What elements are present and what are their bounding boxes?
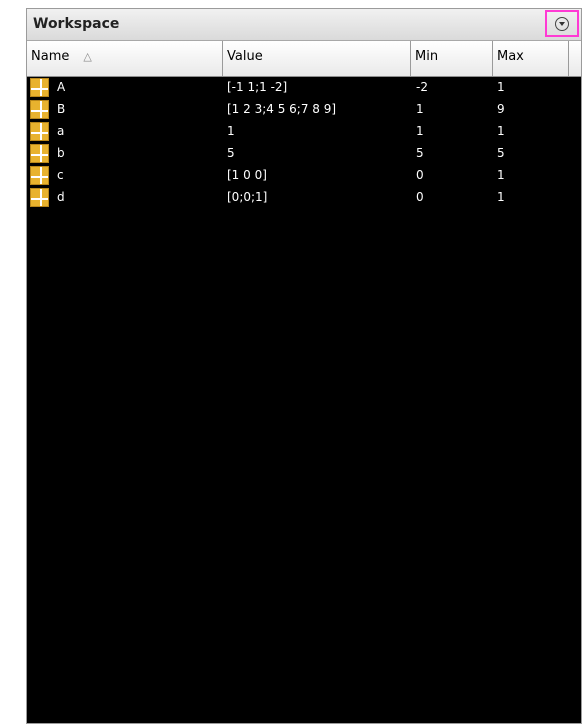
variable-name: A	[57, 80, 66, 94]
sort-ascending-icon: △	[83, 50, 92, 63]
variable-max: 1	[497, 80, 505, 94]
matrix-variable-icon	[30, 188, 49, 207]
chevron-down-circle-icon	[555, 16, 569, 31]
matrix-variable-icon	[30, 100, 49, 119]
variable-name: d	[57, 190, 65, 204]
variable-value: [1 2 3;4 5 6;7 8 9]	[227, 102, 337, 116]
matrix-variable-icon	[30, 122, 49, 141]
variable-min: -2	[416, 80, 428, 94]
variable-value: [0;0;1]	[227, 190, 268, 204]
variable-row[interactable]: a 1 1 1	[27, 121, 581, 143]
variable-name: a	[57, 124, 65, 138]
column-header-max[interactable]: Max	[493, 41, 569, 76]
variable-value: [1 0 0]	[227, 168, 267, 182]
variable-max: 1	[497, 168, 505, 182]
variable-value: 1	[227, 124, 235, 138]
column-header-row: Name △ Value Min Max	[27, 41, 581, 77]
variable-row[interactable]: B [1 2 3;4 5 6;7 8 9] 1 9	[27, 99, 581, 121]
variable-min: 1	[416, 124, 424, 138]
panel-title: Workspace	[33, 16, 120, 32]
variable-min: 5	[416, 146, 424, 160]
variable-row[interactable]: d [0;0;1] 0 1	[27, 187, 581, 209]
variable-min: 0	[416, 168, 424, 182]
column-header-min-label: Min	[415, 49, 439, 64]
variable-row[interactable]: b 5 5 5	[27, 143, 581, 165]
variable-max: 5	[497, 146, 505, 160]
variable-name: B	[57, 102, 66, 116]
variable-min: 0	[416, 190, 424, 204]
workspace-actions-button[interactable]	[545, 10, 579, 37]
variable-max: 1	[497, 124, 505, 138]
variable-min: 1	[416, 102, 424, 116]
variable-name: b	[57, 146, 65, 160]
variable-name: c	[57, 168, 64, 182]
column-header-min[interactable]: Min	[411, 41, 493, 76]
workspace-titlebar: Workspace	[27, 9, 581, 41]
variable-max: 9	[497, 102, 505, 116]
variable-row[interactable]: A [-1 1;1 -2] -2 1	[27, 77, 581, 99]
matrix-variable-icon	[30, 78, 49, 97]
column-header-value[interactable]: Value	[223, 41, 411, 76]
column-header-max-label: Max	[497, 49, 524, 64]
variable-value: [-1 1;1 -2]	[227, 80, 288, 94]
column-header-name-label: Name	[31, 49, 70, 64]
variable-row[interactable]: c [1 0 0] 0 1	[27, 165, 581, 187]
column-header-name[interactable]: Name △	[27, 41, 223, 76]
column-header-value-label: Value	[227, 49, 263, 64]
matrix-variable-icon	[30, 166, 49, 185]
matrix-variable-icon	[30, 144, 49, 163]
variable-max: 1	[497, 190, 505, 204]
variable-value: 5	[227, 146, 235, 160]
variable-list: A [-1 1;1 -2] -2 1 B [1 2 3;4 5 6;7 8 9]…	[27, 77, 581, 209]
workspace-panel: Workspace Name △ Value Min Max A [-1 1;1 …	[26, 8, 582, 724]
